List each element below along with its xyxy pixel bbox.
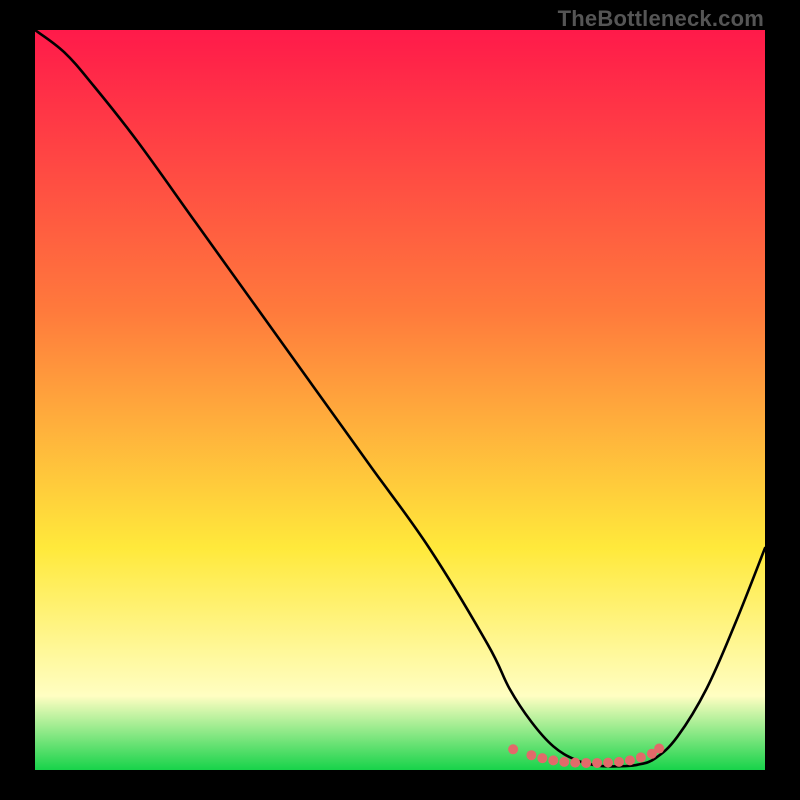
optimal-dot <box>537 753 547 763</box>
optimal-dot <box>592 758 602 768</box>
watermark-text: TheBottleneck.com <box>558 6 764 32</box>
optimal-dot <box>654 744 664 754</box>
optimal-dot <box>548 755 558 765</box>
optimal-dot <box>625 755 635 765</box>
chart-frame: TheBottleneck.com <box>0 0 800 800</box>
optimal-dot <box>614 757 624 767</box>
optimal-dot <box>526 750 536 760</box>
optimal-dot <box>559 757 569 767</box>
optimal-dot <box>570 758 580 768</box>
optimal-dot <box>636 752 646 762</box>
optimal-dot <box>603 758 613 768</box>
optimal-dot <box>508 744 518 754</box>
bottleneck-chart <box>35 30 765 770</box>
optimal-dot <box>581 758 591 768</box>
plot-area <box>35 30 765 770</box>
gradient-background <box>35 30 765 770</box>
